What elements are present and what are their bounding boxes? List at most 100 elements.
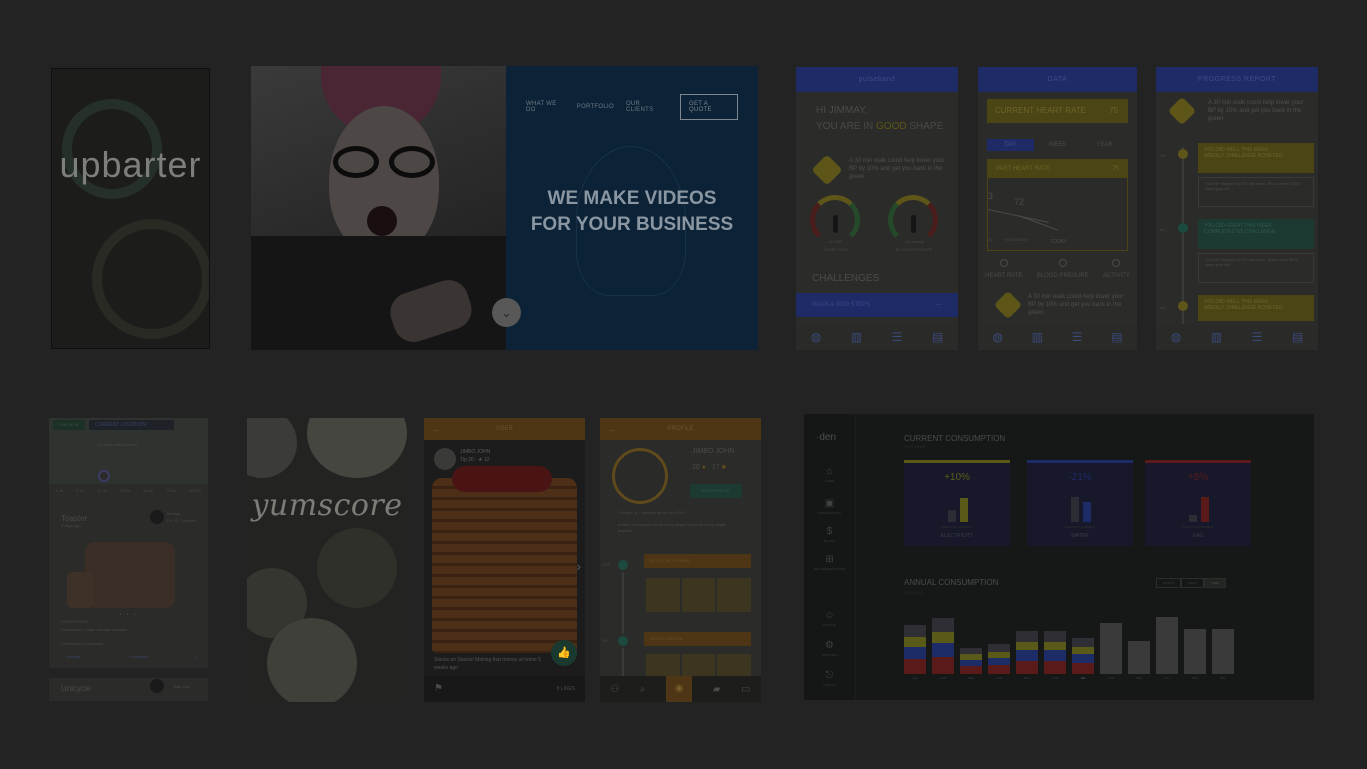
month-bar[interactable] — [904, 624, 926, 674]
sidebar-item-settings[interactable]: ⚙ SETTINGS — [804, 640, 855, 657]
get-quote-button[interactable]: GET A QUOTE — [680, 94, 738, 120]
range-week[interactable]: WEEK — [1181, 578, 1204, 588]
progress-card[interactable]: YOU DID WELL THIS WEEK WEEKLY CHALLENGE A… — [1198, 143, 1314, 173]
bottom-nav: ◍ ▥ ☰ ▤ — [978, 324, 1137, 350]
favorite-button[interactable]: ♡ Favorite — [61, 654, 80, 659]
list-icon[interactable]: ☰ — [1072, 330, 1083, 344]
document-icon[interactable]: ▤ — [1111, 330, 1122, 344]
chevron-right-icon[interactable]: › — [576, 558, 581, 574]
radio-blood-pressure[interactable]: BLOOD PRESURE — [1037, 259, 1089, 279]
avatar[interactable] — [150, 679, 164, 693]
back-arrow-icon[interactable]: ← — [432, 418, 441, 440]
progress-card[interactable]: YOU DID WELL THIS WEEK WEEKLY CHALLENGE A… — [1198, 295, 1314, 321]
post-title[interactable]: LITTLE TACO STAND — [644, 554, 751, 568]
bar-segment — [960, 659, 982, 667]
sidebar-item-home[interactable]: ⌂ HOME — [804, 466, 855, 483]
chart-icon[interactable]: ▥ — [1032, 330, 1043, 344]
globe-icon[interactable]: ◍ — [992, 330, 1002, 344]
bar-segment — [1044, 631, 1066, 642]
chevron-down-icon[interactable]: ⌄ — [492, 298, 521, 327]
video-agency-thumbnail[interactable]: WHAT WE DO PORTFOLIO OUR CLIENTS GET A Q… — [251, 66, 758, 350]
check-in-button[interactable]: CHECK IN — [53, 420, 85, 430]
sidebar-item-profile[interactable]: ☺ PROFILE — [804, 610, 855, 627]
globe-icon[interactable]: ◍ — [811, 330, 821, 344]
sidebar-item-billing[interactable]: $ BILLING — [804, 526, 855, 543]
radius-slider-handle[interactable] — [98, 470, 110, 482]
user-icon[interactable]: ⚇ — [610, 684, 619, 695]
radio-heart-rate[interactable]: HEART RATE — [985, 259, 1023, 279]
food-post-thumbnail[interactable]: ← USER JIMBO JOHN Tip 20 · ★ 12 › 👍 Stacks… — [424, 418, 585, 702]
consumption-card-water[interactable]: -21% PREVIOUS CURRENT WATER — [1027, 460, 1133, 546]
avatar[interactable] — [612, 448, 668, 504]
month-bar[interactable] — [1212, 629, 1234, 674]
share-icon[interactable]: ⇪ — [195, 654, 198, 659]
marketplace-thumbnail[interactable]: CHECK IN CURRENT LOCATION 10 miles radiu… — [49, 418, 208, 701]
month-bar[interactable] — [1072, 637, 1094, 674]
yumscore-thumbnail[interactable]: yumscore — [247, 418, 407, 702]
consumption-card-gas[interactable]: +5% PREVIOUS CURRENT GAS — [1145, 460, 1251, 546]
edit-profile-button[interactable]: EDIT PROFILE — [690, 484, 742, 498]
list-icon[interactable]: ☰ — [1252, 330, 1263, 344]
progress-card[interactable]: YOU DID GREAT THIS WEEK COMPLETED 5/5 CHA… — [1198, 219, 1314, 249]
month-bar[interactable] — [1044, 631, 1066, 674]
sidebar-item-recommendations[interactable]: ⊞ RECOMMENDATIONS — [804, 554, 855, 571]
timeline-dot — [1178, 301, 1188, 311]
search-icon[interactable]: ⌕ — [640, 684, 646, 695]
tab-day[interactable]: DAY — [987, 139, 1034, 151]
upbarter-thumbnail[interactable]: upbarter — [51, 68, 210, 349]
month-bar[interactable] — [1128, 641, 1150, 674]
pulseband-progress-thumbnail[interactable]: PROGRESS REPORT A 30 min walk could help… — [1156, 67, 1318, 350]
post-caption: Stacks on Stacks! Making that money at h… — [434, 657, 541, 671]
chat-icon[interactable]: ▰ — [713, 684, 721, 695]
back-arrow-icon[interactable]: ← — [608, 418, 617, 440]
month-bar[interactable] — [1184, 629, 1206, 674]
sidebar-item-label: LOGOUT — [823, 683, 836, 687]
chart-label: YESTERDAY — [1004, 237, 1028, 242]
item-title: Toaster 3 days ago — [61, 514, 88, 528]
range-month[interactable]: MONTH — [1156, 578, 1181, 588]
tab-year[interactable]: YEAR — [1081, 139, 1128, 151]
camera-icon[interactable]: ◉ — [666, 676, 693, 702]
pulseband-home-thumbnail[interactable]: pulseband HI JIMMAY, YOU ARE IN GOOD SHA… — [796, 67, 958, 350]
month-bar[interactable] — [960, 647, 982, 674]
post-title[interactable]: STELLA FAMOSA — [644, 632, 751, 646]
post-images[interactable] — [646, 654, 752, 676]
nav-portfolio[interactable]: PORTFOLIO — [577, 104, 614, 110]
health-tip: A 30 min walk could help lower your BP b… — [849, 158, 945, 180]
sidebar-item-consumption[interactable]: ▣ CONSUMPTION — [804, 498, 855, 515]
nav-what-we-do[interactable]: WHAT WE DO — [526, 101, 565, 113]
collapse-icon[interactable]: — — [936, 293, 942, 317]
month-bar[interactable] — [932, 617, 954, 674]
comment-button[interactable]: ▪ Comment — [127, 654, 147, 659]
nav-our-clients[interactable]: OUR CLIENTS — [626, 101, 666, 113]
tab-week[interactable]: WEEK — [1034, 139, 1081, 151]
chart-icon[interactable]: ▥ — [1211, 330, 1222, 344]
document-icon[interactable]: ▤ — [1292, 330, 1303, 344]
range-year[interactable]: YEAR — [1203, 578, 1227, 588]
month-bar[interactable] — [1016, 631, 1038, 674]
energy-dashboard-thumbnail[interactable]: ·den ⌂ HOME ▣ CONSUMPTION $ BILLING ⊞ RECOMMEND… — [804, 414, 1314, 700]
chart-icon[interactable]: ▥ — [851, 330, 862, 344]
radio-activity[interactable]: ACTIVITY — [1103, 259, 1130, 279]
globe-icon[interactable]: ◍ — [1171, 330, 1181, 344]
post-images[interactable] — [646, 578, 752, 612]
sidebar-item-logout[interactable]: ⎋ LOGOUT — [804, 670, 855, 687]
challenge-item[interactable]: WALK A 1000 STEPS — — [796, 293, 958, 317]
inbox-icon[interactable]: ▭ — [741, 684, 750, 695]
month-bar[interactable] — [988, 644, 1010, 674]
gauge-label: HEART RATE — [823, 247, 849, 252]
document-icon[interactable]: ▤ — [932, 330, 943, 344]
month-bar[interactable] — [1100, 622, 1122, 674]
list-icon[interactable]: ☰ — [892, 330, 903, 344]
location-field[interactable]: CURRENT LOCATION — [89, 420, 174, 430]
consumption-card-electricity[interactable]: +10% PREVIOUS CURRENT ELECTRICITY — [904, 460, 1010, 546]
sidebar-item-label: PROFILE — [823, 623, 836, 627]
flag-icon[interactable]: ⚑ — [434, 676, 443, 702]
month-bar[interactable] — [1156, 616, 1178, 674]
avatar[interactable] — [434, 448, 456, 470]
pulseband-data-thumbnail[interactable]: DATA CURRENT HEART RATE 75 DAY WEEK YEAR… — [978, 67, 1137, 350]
thumbs-up-icon[interactable]: 👍 — [551, 640, 577, 666]
profile-thumbnail[interactable]: ← PROFILE JIMBO JOHN 20 ● 17 ■ EDIT PROFI… — [600, 418, 761, 702]
avatar[interactable] — [150, 510, 164, 524]
map[interactable]: CHECK IN CURRENT LOCATION 10 miles radiu… — [49, 418, 208, 484]
